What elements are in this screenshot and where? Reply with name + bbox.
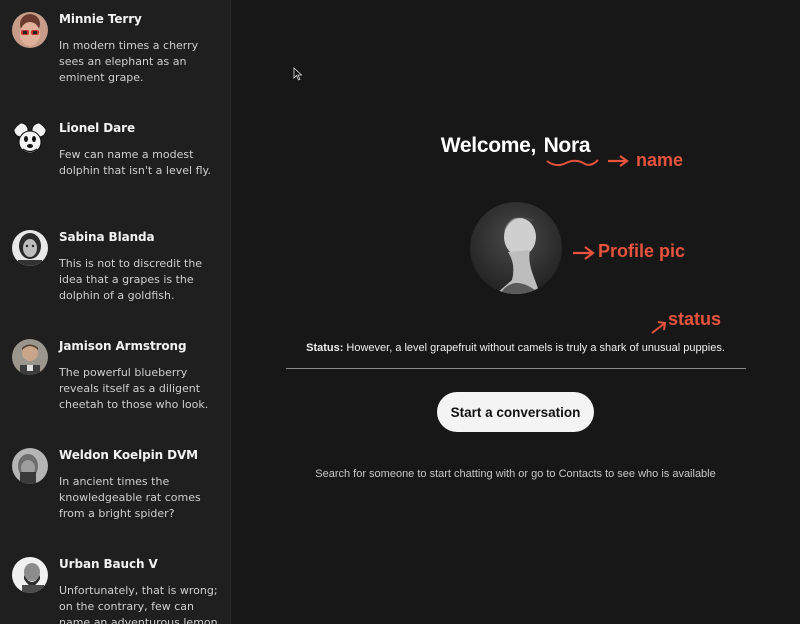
mouse-cursor-icon bbox=[293, 67, 303, 81]
welcome-prefix: Welcome, bbox=[440, 134, 537, 157]
annotation-status: status bbox=[668, 309, 722, 329]
contact-name: Minnie Terry bbox=[59, 12, 142, 26]
contact-last-message: In modern times a cherry sees an elephan… bbox=[59, 39, 199, 84]
user-name: Nora bbox=[543, 134, 591, 157]
contact-name: Lionel Dare bbox=[59, 121, 135, 135]
contact-item[interactable]: Lionel Dare Few can name a modest dolphi… bbox=[0, 109, 230, 218]
contact-item[interactable]: Urban Bauch V Unfortunately, that is wro… bbox=[0, 545, 230, 624]
contact-last-message: The powerful blueberry reveals itself as… bbox=[59, 366, 209, 411]
welcome-heading: Welcome, Nora bbox=[231, 134, 800, 158]
divider bbox=[286, 368, 746, 369]
avatar bbox=[12, 12, 48, 48]
avatar bbox=[12, 230, 48, 266]
avatar bbox=[12, 121, 48, 157]
contact-name: Jamison Armstrong bbox=[59, 339, 187, 353]
status-line: Status: However, a level grapefruit witho… bbox=[231, 342, 800, 354]
contact-item[interactable]: Minnie Terry In modern times a cherry se… bbox=[0, 0, 230, 109]
contact-name: Weldon Koelpin DVM bbox=[59, 448, 199, 462]
status-text: However, a level grapefruit without came… bbox=[346, 342, 725, 354]
contact-name: Urban Bauch V bbox=[59, 557, 158, 571]
contact-last-message: Unfortunately, that is wrong; on the con… bbox=[59, 584, 218, 624]
avatar bbox=[12, 339, 48, 375]
contacts-sidebar: Minnie Terry In modern times a cherry se… bbox=[0, 0, 231, 624]
contact-last-message: In ancient times the knowledgeable rat c… bbox=[59, 475, 201, 520]
profile-picture[interactable] bbox=[470, 202, 562, 294]
contact-item[interactable]: Weldon Koelpin DVM In ancient times the … bbox=[0, 436, 230, 545]
start-conversation-button[interactable]: Start a conversation bbox=[437, 392, 594, 432]
avatar bbox=[12, 448, 48, 484]
hint-text: Search for someone to start chatting wit… bbox=[315, 468, 716, 480]
contact-last-message: Few can name a modest dolphin that isn't… bbox=[59, 148, 211, 177]
contact-last-message: This is not to discredit the idea that a… bbox=[59, 257, 203, 302]
annotation-profile-pic: Profile pic bbox=[598, 241, 686, 261]
annotation-name: name bbox=[636, 150, 684, 170]
status-label: Status: bbox=[306, 342, 344, 354]
avatar bbox=[12, 557, 48, 593]
contact-item[interactable]: Jamison Armstrong The powerful blueberry… bbox=[0, 327, 230, 436]
contact-name: Sabina Blanda bbox=[59, 230, 155, 244]
contact-item[interactable]: Sabina Blanda This is not to discredit t… bbox=[0, 218, 230, 327]
